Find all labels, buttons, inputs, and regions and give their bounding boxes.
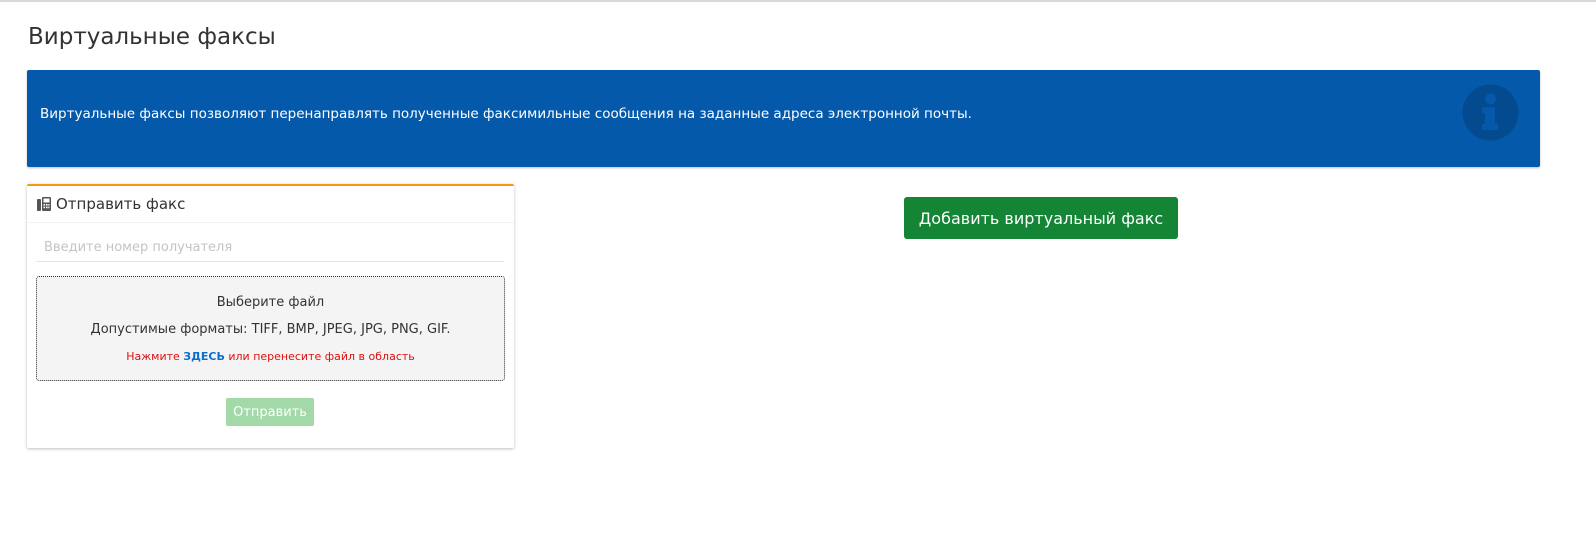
dropzone-hint-prefix: Нажмите	[126, 350, 180, 363]
send-fax-title: Отправить факс	[56, 195, 186, 213]
file-dropzone[interactable]: Выберите файл Допустимые форматы: TIFF, …	[36, 276, 505, 381]
dropzone-hint: Нажмите ЗДЕСЬ или перенесите файл в обла…	[37, 350, 504, 363]
top-divider	[0, 0, 1596, 2]
fax-icon	[37, 197, 51, 211]
dropzone-title: Выберите файл	[216, 295, 325, 310]
send-fax-button[interactable]: Отправить	[226, 398, 314, 426]
send-fax-panel: Отправить факс Выберите файл Допустимые …	[27, 184, 514, 448]
dropzone-hint-suffix: или перенесите файл в область	[228, 350, 415, 363]
add-virtual-fax-button[interactable]: Добавить виртуальный факс	[904, 197, 1178, 239]
info-banner: Виртуальные факсы позволяют перенаправля…	[27, 70, 1540, 167]
page-title: Виртуальные факсы	[28, 24, 276, 50]
recipient-number-input[interactable]	[36, 234, 504, 262]
info-circle-icon	[1462, 84, 1519, 141]
info-banner-text: Виртуальные факсы позволяют перенаправля…	[40, 106, 972, 122]
dropzone-formats: Допустимые форматы: TIFF, BMP, JPEG, JPG…	[90, 322, 451, 337]
dropzone-browse-link[interactable]: ЗДЕСЬ	[183, 350, 225, 363]
send-fax-header: Отправить факс	[27, 186, 514, 223]
